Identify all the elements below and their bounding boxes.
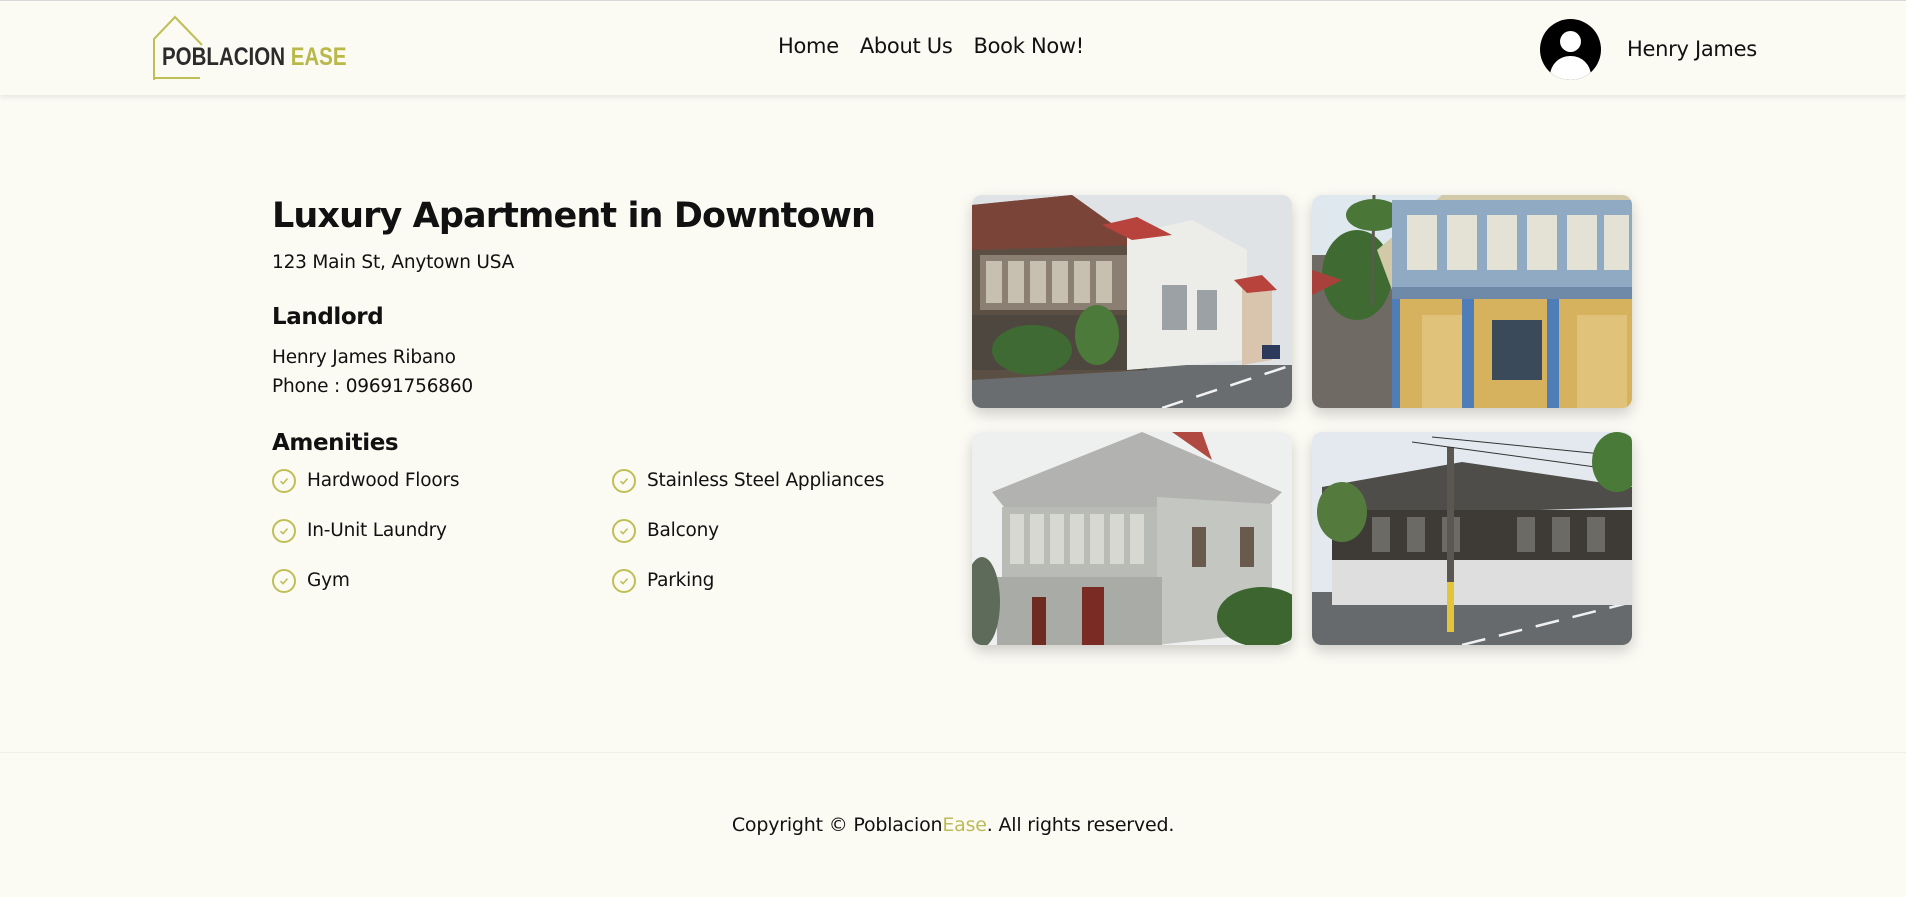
check-circle-icon — [612, 468, 636, 493]
amenity-item: Gym — [272, 568, 612, 593]
copyright-prefix: Copyright © Poblacion — [731, 814, 943, 836]
check-circle-icon — [272, 518, 296, 543]
amenity-label: Stainless Steel Appliances — [647, 470, 885, 491]
amenity-label: Parking — [647, 570, 715, 591]
amenity-item: Parking — [612, 568, 912, 593]
listing-address: 123 Main St, Anytown USA — [272, 252, 515, 273]
amenity-label: Gym — [307, 570, 350, 591]
user-name[interactable]: Henry James — [1627, 37, 1757, 61]
amenity-label: In-Unit Laundry — [307, 520, 447, 541]
photo-gallery — [972, 195, 1632, 645]
footer: Copyright © PoblacionEase. All rights re… — [0, 752, 1906, 897]
amenity-item: In-Unit Laundry — [272, 518, 612, 543]
landlord-heading: Landlord — [272, 304, 384, 330]
property-photo-4[interactable] — [1312, 432, 1632, 645]
amenities-list: Hardwood Floors Stainless Steel Applianc… — [272, 468, 912, 593]
property-photo-1[interactable] — [972, 195, 1292, 408]
amenity-item: Stainless Steel Appliances — [612, 468, 912, 493]
brand-name-part1: POBLACION — [162, 43, 285, 71]
amenity-item: Balcony — [612, 518, 912, 543]
copyright-text: Copyright © PoblacionEase. All rights re… — [0, 814, 1906, 836]
check-circle-icon — [272, 468, 296, 493]
landlord-name: Henry James Ribano — [272, 347, 456, 368]
property-photo-3[interactable] — [972, 432, 1292, 645]
property-photo-2[interactable] — [1312, 195, 1632, 408]
copyright-brand-accent: Ease — [942, 814, 987, 836]
user-menu[interactable]: Henry James — [1540, 18, 1757, 80]
brand-name-part2: EASE — [290, 43, 347, 71]
copyright-suffix: . All rights reserved. — [986, 814, 1175, 836]
listing-title: Luxury Apartment in Downtown — [272, 196, 876, 236]
amenities-heading: Amenities — [272, 430, 399, 456]
brand-name: POBLACION EASE — [162, 43, 347, 72]
navbar: POBLACION EASE Home About Us Book Now! H… — [0, 0, 1906, 95]
landlord-phone: Phone : 09691756860 — [272, 376, 473, 397]
nav-about-link[interactable]: About Us — [860, 34, 953, 58]
amenity-item: Hardwood Floors — [272, 468, 612, 493]
amenity-label: Balcony — [647, 520, 719, 541]
nav-book-link[interactable]: Book Now! — [974, 34, 1085, 58]
user-circle-icon[interactable] — [1540, 18, 1601, 80]
main-nav: Home About Us Book Now! — [778, 34, 1084, 58]
brand-logo[interactable]: POBLACION EASE — [152, 15, 347, 81]
check-circle-icon — [612, 518, 636, 543]
check-circle-icon — [612, 568, 636, 593]
check-circle-icon — [272, 568, 296, 593]
nav-home-link[interactable]: Home — [778, 34, 839, 58]
amenity-label: Hardwood Floors — [307, 470, 460, 491]
listing-details: Luxury Apartment in Downtown 123 Main St… — [272, 196, 912, 593]
